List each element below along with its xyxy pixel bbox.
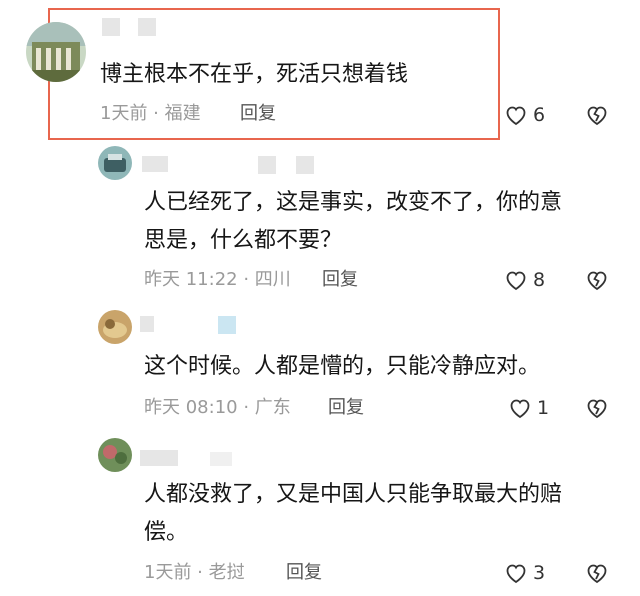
reply-button[interactable]: 回复	[240, 102, 276, 126]
username-blur	[102, 18, 120, 36]
reply-button[interactable]: 回复	[328, 396, 364, 420]
like-count: 6	[533, 104, 546, 126]
comment-text: 博主根本不在乎，死活只想着钱	[100, 62, 409, 87]
username-blur	[142, 156, 168, 172]
comment-text: 偿。	[144, 520, 189, 545]
avatar[interactable]	[98, 146, 132, 180]
broken-heart-icon[interactable]	[584, 561, 610, 585]
username-blur	[138, 18, 156, 36]
avatar[interactable]	[26, 22, 86, 82]
comment-meta: 昨天 11:22 · 四川	[144, 269, 291, 290]
heart-outline-icon[interactable]	[504, 561, 528, 585]
username-blur	[296, 156, 314, 174]
heart-outline-icon[interactable]	[504, 103, 528, 127]
username-blur	[210, 452, 232, 466]
reply-button[interactable]: 回复	[322, 268, 358, 292]
comment-meta: 昨天 08:10 · 广东	[144, 397, 291, 418]
username-blur	[218, 316, 236, 334]
username-blur	[258, 156, 276, 174]
comment-meta: 1天前 · 福建	[100, 103, 201, 124]
heart-outline-icon[interactable]	[508, 396, 532, 420]
broken-heart-icon[interactable]	[584, 103, 610, 127]
comment-text: 人已经死了，这是事实，改变不了，你的意	[144, 190, 563, 215]
reply-button[interactable]: 回复	[286, 561, 322, 585]
avatar[interactable]	[98, 310, 132, 344]
comment-meta: 1天前 · 老挝	[144, 562, 245, 583]
comment-text: 人都没救了，又是中国人只能争取最大的赔	[144, 482, 563, 507]
username-blur	[140, 316, 154, 332]
avatar[interactable]	[98, 438, 132, 472]
broken-heart-icon[interactable]	[584, 396, 610, 420]
comment-text: 这个时候。人都是懵的，只能冷静应对。	[144, 354, 541, 379]
like-count: 3	[533, 562, 546, 584]
like-count: 8	[533, 269, 546, 291]
like-count: 1	[537, 397, 550, 419]
heart-outline-icon[interactable]	[504, 268, 528, 292]
comment-text: 思是，什么都不要？	[144, 228, 343, 253]
username-blur	[140, 450, 178, 466]
broken-heart-icon[interactable]	[584, 268, 610, 292]
